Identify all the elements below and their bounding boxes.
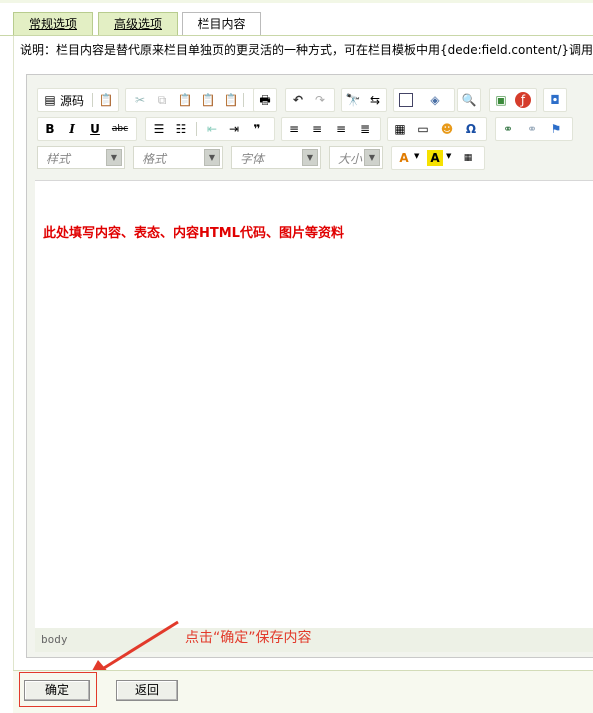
confirm-button[interactable]: 确定: [24, 680, 90, 701]
back-button[interactable]: 返回: [116, 680, 178, 701]
arrow-line: [103, 620, 179, 670]
annotation-arrow: [88, 620, 179, 678]
footer-bar: [13, 670, 593, 713]
